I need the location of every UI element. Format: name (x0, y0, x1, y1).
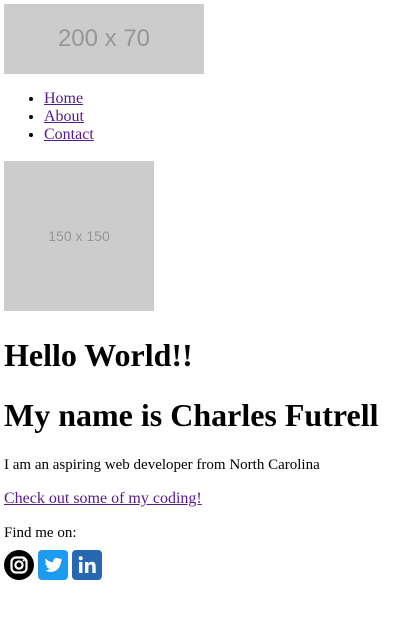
logo-placeholder-image: 200 x 70 (4, 4, 204, 74)
profile-placeholder-text: 150 x 150 (48, 228, 110, 244)
nav-link-about[interactable]: About (44, 108, 84, 125)
nav-item-about: About (44, 108, 400, 126)
find-me-text: Find me on: (4, 525, 77, 541)
linkedin-icon[interactable] (72, 550, 102, 580)
name-heading: My name is Charles Futrell (4, 397, 379, 433)
nav-link-home[interactable]: Home (44, 90, 83, 107)
social-links (4, 550, 400, 580)
intro-text: I am an aspiring web developer from Nort… (4, 457, 320, 473)
coding-link[interactable]: Check out some of my coding! (4, 490, 202, 507)
main-nav: Home About Contact (4, 90, 400, 144)
hello-heading: Hello World!! (4, 337, 193, 373)
nav-item-home: Home (44, 90, 400, 108)
page: 200 x 70 Home About Contact 150 x 150 He… (0, 0, 404, 580)
twitter-icon[interactable] (38, 550, 68, 580)
nav-link-contact[interactable]: Contact (44, 126, 94, 143)
coding-paragraph: Check out some of my coding! (4, 490, 400, 508)
profile-placeholder-image: 150 x 150 (4, 161, 154, 311)
instagram-icon[interactable] (4, 550, 34, 580)
nav-item-contact: Contact (44, 126, 400, 144)
logo-placeholder-text: 200 x 70 (57, 25, 151, 52)
